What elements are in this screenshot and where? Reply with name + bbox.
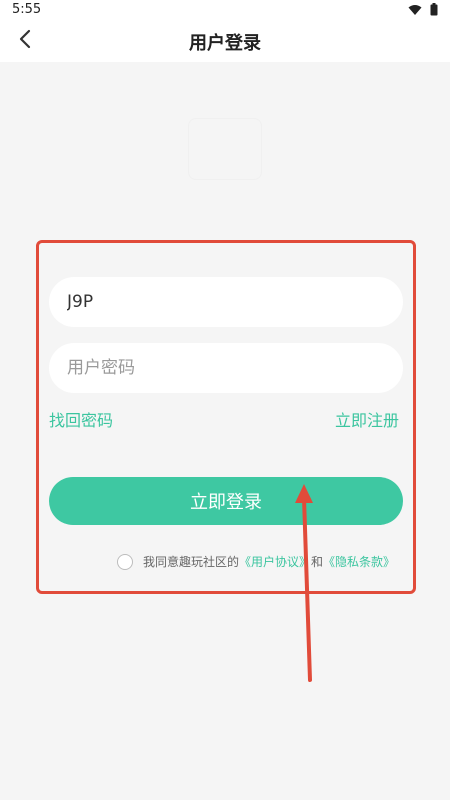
status-time: 5:55: [12, 2, 42, 17]
app-bar: 用户登录: [0, 20, 450, 62]
battery-icon: [430, 3, 438, 20]
register-link[interactable]: 立即注册: [335, 407, 399, 431]
privacy-policy-link[interactable]: 《隐私条款》: [323, 553, 395, 570]
status-icons: [408, 3, 438, 20]
username-input[interactable]: [49, 277, 403, 327]
agreement-prefix: 我同意趣玩社区的: [143, 555, 240, 569]
user-agreement-link[interactable]: 《用户协议》: [239, 553, 311, 570]
login-button[interactable]: 立即登录: [49, 477, 403, 525]
agreement-checkbox[interactable]: [117, 553, 133, 570]
login-form: 找回密码 立即注册 立即登录 我同意趣玩社区的 《用户协议》 和 《隐私条款》: [36, 240, 416, 594]
logo: [188, 118, 262, 180]
password-input[interactable]: [49, 343, 403, 393]
status-bar: 5:55: [0, 0, 450, 20]
page-title: 用户登录: [189, 33, 261, 54]
agreement-and: 和: [311, 555, 324, 569]
agreement-row: 我同意趣玩社区的 《用户协议》 和 《隐私条款》: [117, 553, 395, 570]
wifi-icon: [408, 4, 422, 20]
forgot-password-link[interactable]: 找回密码: [49, 407, 113, 431]
